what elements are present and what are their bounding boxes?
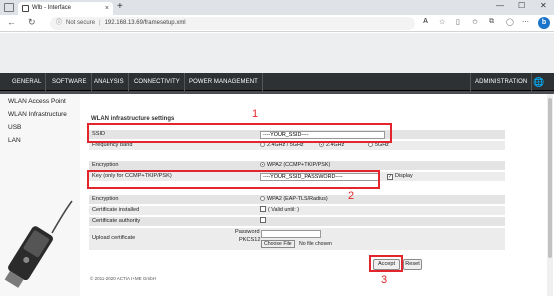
- menu-software[interactable]: SOFTWARE: [48, 73, 92, 91]
- reload-button[interactable]: ↻: [28, 17, 36, 28]
- radio-selected-icon: [260, 162, 265, 167]
- menu-connectivity[interactable]: CONNECTIVITY: [130, 73, 185, 91]
- menu-power-management[interactable]: POWER MANAGEMENT: [185, 73, 263, 91]
- menu-analysis[interactable]: ANALYSIS: [90, 73, 129, 91]
- favicon-icon: [22, 5, 29, 12]
- annotation-number-1: 1: [252, 108, 259, 120]
- encryption-eap-row: Encryption WPA2 (EAP-TLS/Radius): [89, 194, 505, 204]
- display-checkbox[interactable]: ✓ Display: [387, 172, 413, 181]
- checkbox-checked-icon: ✓: [387, 174, 393, 180]
- language-globe-icon[interactable]: 🌐: [533, 77, 544, 88]
- close-window-button[interactable]: ✕: [540, 1, 547, 10]
- address-bar-row: ← ↻ ⓘ Not secure | 192.168.13.69/framesetup…: [0, 15, 554, 32]
- profile-icon[interactable]: ◯: [506, 18, 514, 26]
- pkcs12-label: PKCS12: [239, 237, 261, 243]
- radio-icon: [260, 196, 265, 201]
- annotation-box-ssid: [87, 123, 392, 143]
- bing-icon[interactable]: b: [538, 17, 550, 29]
- upload-label: Upload certificate: [92, 235, 136, 241]
- cert-authority-label: Certificate authority: [92, 218, 141, 224]
- cert-installed-label: Certificate installed: [92, 207, 140, 213]
- copyright-text: © 2011-2020 ACTIA I+ME GmbH: [90, 276, 156, 281]
- choose-file-button[interactable]: Choose File: [261, 240, 295, 248]
- minimize-button[interactable]: —: [496, 1, 504, 10]
- encryption-label: Encryption: [92, 196, 119, 202]
- window-icon[interactable]: [4, 3, 14, 12]
- security-label: Not secure: [66, 20, 96, 26]
- main-menu-bar: GENERAL SOFTWARE ANALYSIS CONNECTIVITY P…: [0, 73, 554, 91]
- password-input[interactable]: [261, 230, 321, 238]
- encryption-eap-option[interactable]: WPA2 (EAP-TLS/Radius): [260, 195, 328, 204]
- url-text: 192.168.13.69/framesetup.xml: [104, 20, 186, 26]
- menu-administration[interactable]: ADMINISTRATION: [470, 73, 533, 91]
- reset-button[interactable]: Reset: [403, 259, 422, 270]
- favorite-star-icon[interactable]: ☆: [439, 18, 445, 26]
- cert-authority-row: Certificate authority: [89, 216, 505, 226]
- annotation-box-key: [87, 170, 380, 189]
- diagnostic-device-image: [4, 200, 73, 288]
- cert-installed-row: Certificate installed ( Valid until: ): [89, 205, 505, 215]
- encryption-psk-option[interactable]: WPA2 (CCMP+TKIP/PSK): [260, 161, 330, 170]
- sidebar-item-wlan-infrastructure[interactable]: WLAN Infrastructure: [8, 111, 67, 118]
- url-separator: |: [99, 20, 101, 26]
- display-label: Display: [395, 173, 413, 179]
- password-label: Password: [235, 229, 260, 235]
- scrollbar-thumb[interactable]: [548, 98, 552, 258]
- new-tab-button[interactable]: +: [117, 1, 123, 12]
- sidebar-item-usb[interactable]: USB: [8, 124, 21, 131]
- accept-button[interactable]: Accept: [373, 259, 400, 270]
- encryption-psk-value: WPA2 (CCMP+TKIP/PSK): [267, 162, 331, 168]
- split-screen-icon[interactable]: ▯: [456, 18, 460, 26]
- favorites-icon[interactable]: ✩: [472, 18, 478, 26]
- checkbox-icon: [260, 206, 266, 212]
- url-field[interactable]: ⓘ Not secure | 192.168.13.69/framesetup.xml: [50, 17, 415, 30]
- menu-general[interactable]: GENERAL: [8, 73, 47, 91]
- browser-tab-bar: Wlb - Interface × + — ☐ ✕: [0, 0, 554, 15]
- encryption-psk-row: Encryption WPA2 (CCMP+TKIP/PSK): [89, 160, 505, 170]
- upload-certificate-row: Upload certificate Password PKCS12 Choos…: [89, 227, 505, 250]
- cert-installed-value: ( Valid until: ): [260, 206, 299, 215]
- read-aloud-icon[interactable]: A: [423, 18, 428, 25]
- page-banner: [0, 33, 554, 73]
- annotation-number-2: 2: [348, 190, 355, 202]
- cert-valid-until: ( Valid until: ): [268, 207, 300, 213]
- browser-tab[interactable]: Wlb - Interface ×: [18, 2, 113, 15]
- more-icon[interactable]: ⋯: [522, 18, 529, 26]
- sidebar-item-lan[interactable]: LAN: [8, 137, 21, 144]
- maximize-button[interactable]: ☐: [518, 1, 525, 10]
- cert-authority-value: [260, 217, 268, 226]
- collections-icon[interactable]: ⧉: [489, 18, 494, 26]
- annotation-number-3: 3: [381, 274, 388, 286]
- section-title: WLAN infrastructure settings: [91, 116, 175, 122]
- no-file-label: No file chosen: [299, 241, 332, 247]
- encryption-eap-value: WPA2 (EAP-TLS/Radius): [267, 196, 328, 202]
- tab-close-icon[interactable]: ×: [105, 2, 109, 15]
- encryption-label: Encryption: [92, 162, 119, 168]
- sidebar-item-wlan-access-point[interactable]: WLAN Access Point: [8, 98, 66, 105]
- tab-title: Wlb - Interface: [32, 5, 72, 11]
- warning-icon: ⓘ: [56, 20, 63, 26]
- back-button[interactable]: ←: [7, 17, 16, 27]
- page-scrollbar[interactable]: [547, 94, 553, 296]
- checkbox-icon: [260, 217, 266, 223]
